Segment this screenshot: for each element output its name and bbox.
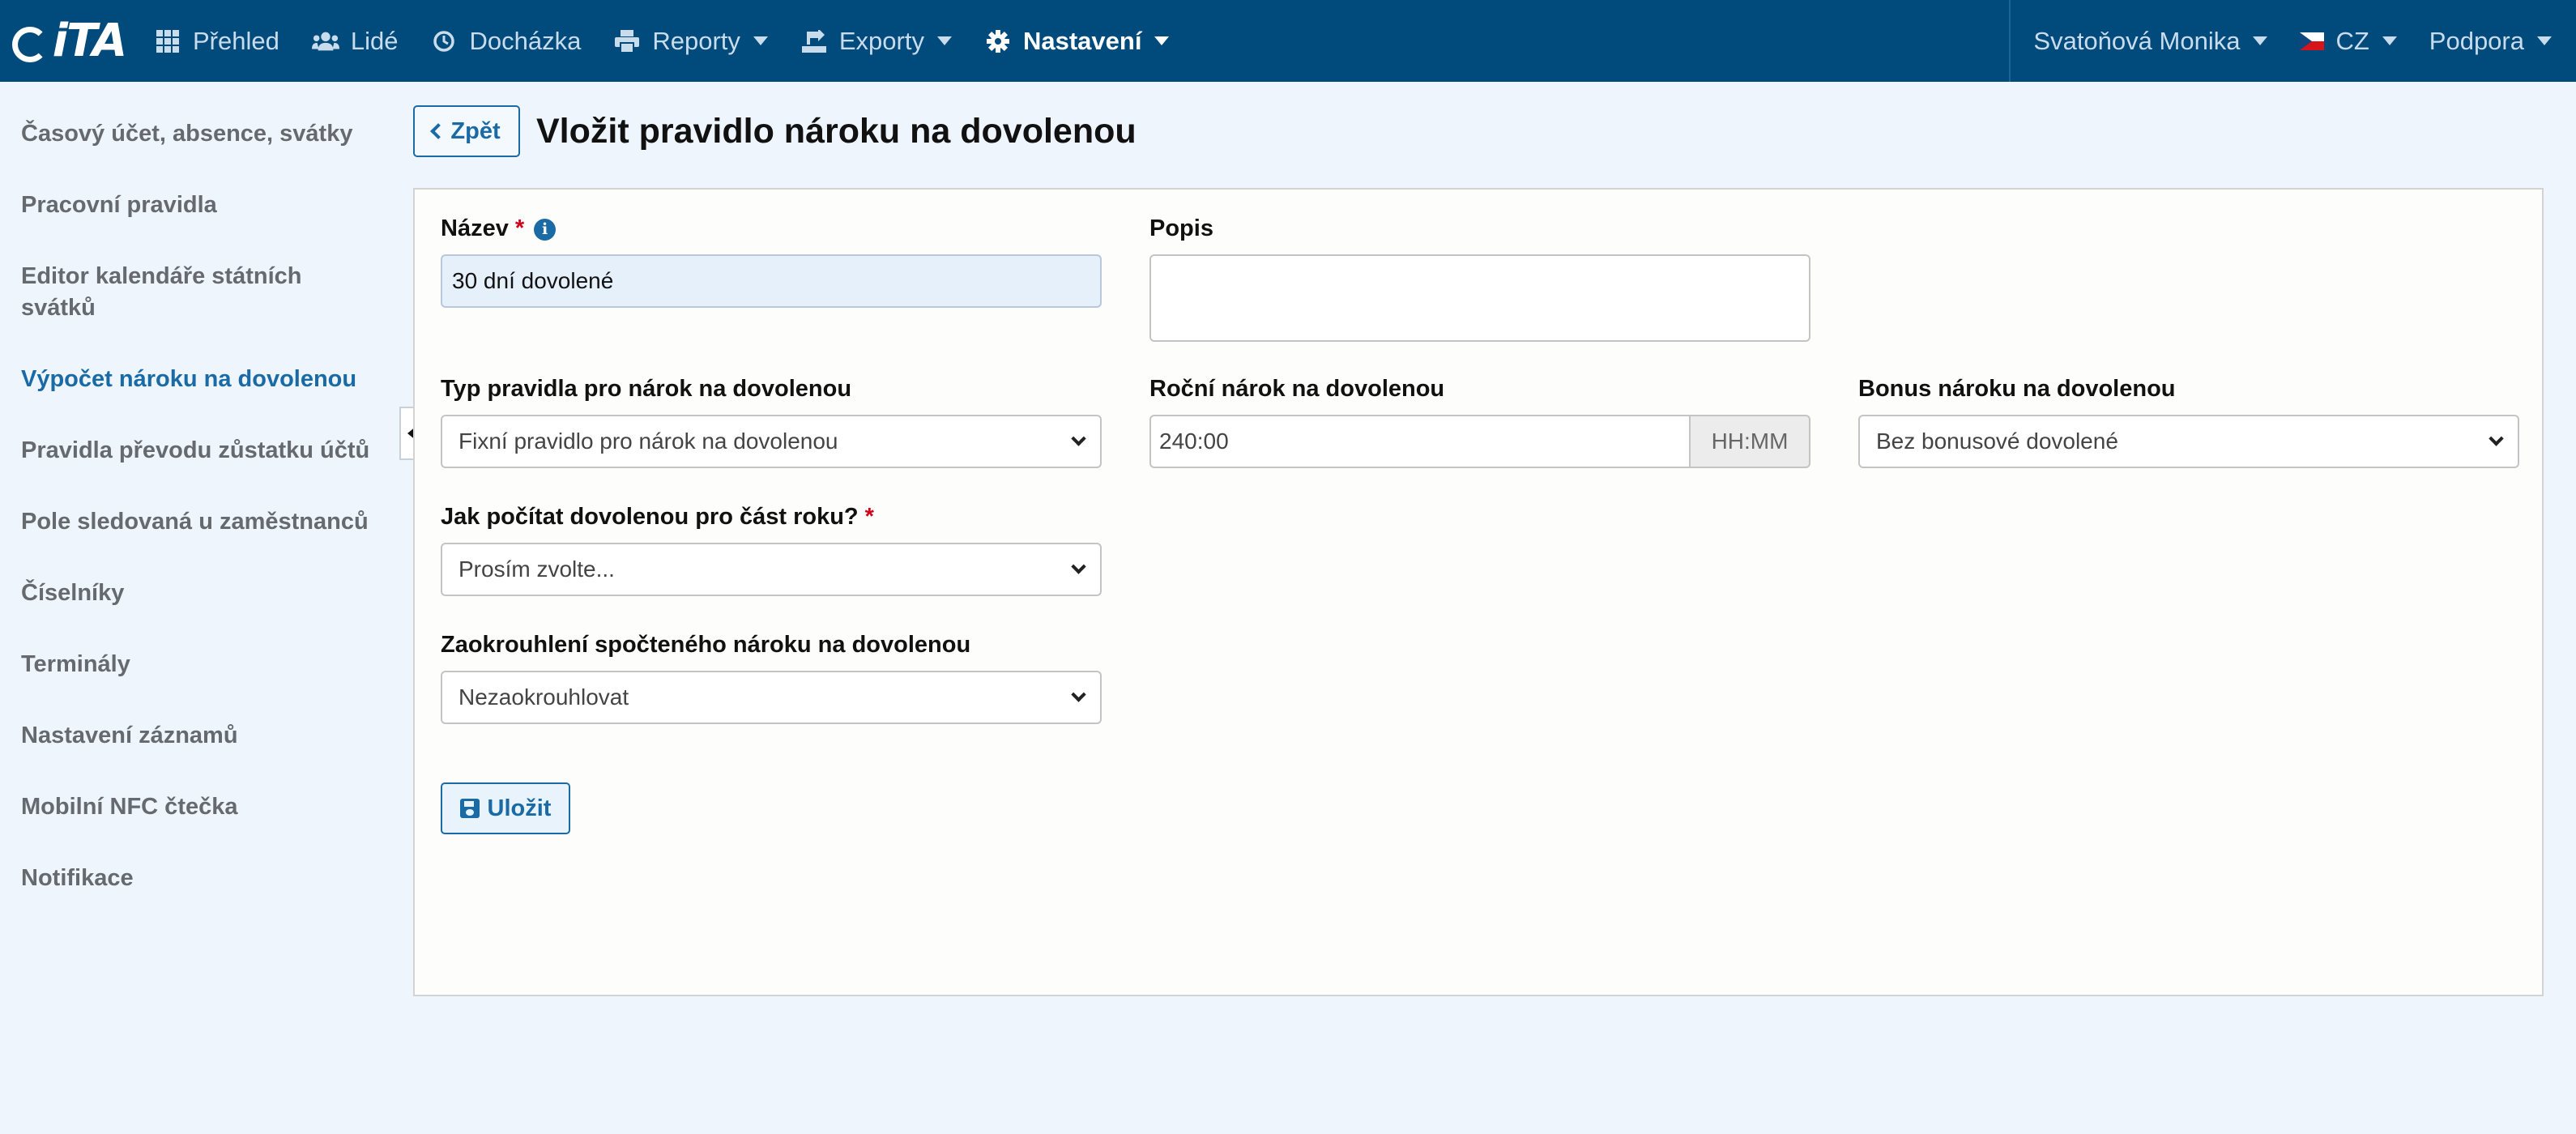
nav-prehled-label: Přehled bbox=[193, 26, 279, 55]
save-button-label: Uložit bbox=[487, 795, 552, 821]
sidebar-item-notifications[interactable]: Notifikace bbox=[0, 863, 397, 894]
logo-text: iTA bbox=[52, 15, 127, 67]
chevron-down-icon bbox=[936, 36, 952, 45]
partial-year-select[interactable]: Prosím zvolte... bbox=[441, 543, 1102, 596]
chevron-down-icon bbox=[1071, 430, 1086, 446]
clock-icon bbox=[430, 28, 458, 55]
bonus-selected: Bez bonusové dovolené bbox=[1876, 428, 2118, 454]
chevron-down-icon bbox=[2253, 36, 2268, 45]
rule-type-label: Typ pravidla pro nárok na dovolenou bbox=[441, 376, 852, 402]
app-logo[interactable]: iTA bbox=[0, 0, 138, 82]
partial-year-label: Jak počítat dovolenou pro část roku? * bbox=[441, 504, 874, 531]
back-button-label: Zpět bbox=[450, 117, 501, 144]
info-icon[interactable]: i bbox=[534, 218, 557, 241]
bonus-label: Bonus nároku na dovolenou bbox=[1858, 376, 2176, 402]
name-input-value: 30 dní dovolené bbox=[452, 268, 614, 293]
chevron-down-icon bbox=[2537, 36, 2552, 45]
partial-year-label-text: Jak počítat dovolenou pro část roku? bbox=[441, 504, 859, 530]
gear-icon bbox=[984, 28, 1012, 55]
nav-prehled[interactable]: Přehled bbox=[138, 0, 296, 82]
sidebar-item-terminals[interactable]: Terminály bbox=[0, 649, 397, 680]
annual-entitlement-input[interactable]: 240:00 bbox=[1149, 415, 1691, 468]
sidebar-item-vacation-calc[interactable]: Výpočet nároku na dovolenou bbox=[0, 364, 397, 395]
back-button[interactable]: Zpět bbox=[413, 105, 520, 157]
nav-dochazka-label: Docházka bbox=[469, 26, 582, 55]
floppy-disk-icon bbox=[459, 799, 480, 818]
top-navbar: iTA Přehled Lidé Docházka Reporty Export… bbox=[0, 0, 2576, 82]
sidebar-item-balance-transfer[interactable]: Pravidla převodu zůstatku účtů bbox=[0, 435, 397, 467]
nav-exporty-label: Exporty bbox=[838, 26, 924, 55]
chevron-down-icon bbox=[1154, 36, 1170, 45]
partial-year-selected: Prosím zvolte... bbox=[458, 556, 615, 582]
nav-reporty-label: Reporty bbox=[652, 26, 740, 55]
name-input[interactable]: 30 dní dovolené bbox=[441, 254, 1102, 308]
sidebar-item-work-rules[interactable]: Pracovní pravidla bbox=[0, 190, 397, 221]
save-button[interactable]: Uložit bbox=[441, 782, 570, 834]
sidebar-item-record-settings[interactable]: Nastavení záznamů bbox=[0, 720, 397, 752]
sidebar-item-holiday-calendar[interactable]: Editor kalendáře státních svátků bbox=[0, 261, 340, 324]
chevron-down-icon bbox=[2382, 36, 2397, 45]
nav-reporty[interactable]: Reporty bbox=[597, 0, 784, 82]
chevron-down-icon bbox=[1071, 558, 1086, 574]
name-label-text: Název bbox=[441, 215, 509, 241]
language-menu[interactable]: CZ bbox=[2284, 0, 2412, 82]
rule-type-select[interactable]: Fixní pravidlo pro nárok na dovolenou bbox=[441, 415, 1102, 468]
rounding-label: Zaokrouhlení spočteného nároku na dovole… bbox=[441, 632, 971, 658]
description-textarea[interactable] bbox=[1149, 254, 1810, 342]
chevron-left-icon bbox=[430, 123, 447, 139]
chevron-down-icon bbox=[1071, 686, 1086, 702]
sidebar-item-codebooks[interactable]: Číselníky bbox=[0, 578, 397, 609]
chevron-down-icon bbox=[2489, 430, 2504, 446]
chevron-down-icon bbox=[753, 36, 768, 45]
rounding-select[interactable]: Nezaokrouhlovat bbox=[441, 671, 1102, 724]
support-label: Podpora bbox=[2429, 26, 2524, 55]
navbar-divider bbox=[2009, 0, 2011, 82]
nav-nastaveni-label: Nastavení bbox=[1022, 26, 1142, 55]
rounding-selected: Nezaokrouhlovat bbox=[458, 684, 629, 710]
nav-lide[interactable]: Lidé bbox=[296, 0, 415, 82]
support-menu[interactable]: Podpora bbox=[2413, 0, 2576, 82]
sidebar-item-employee-fields[interactable]: Pole sledovaná u zaměstnanců bbox=[0, 506, 397, 538]
export-icon bbox=[800, 28, 828, 55]
nav-lide-label: Lidé bbox=[350, 26, 399, 55]
required-mark: * bbox=[514, 215, 525, 241]
required-mark: * bbox=[864, 504, 874, 530]
description-label: Popis bbox=[1149, 215, 1213, 241]
user-name: Svatoňová Monika bbox=[2033, 26, 2241, 55]
grid-icon bbox=[154, 28, 181, 55]
nav-dochazka[interactable]: Docházka bbox=[414, 0, 597, 82]
page-title: Vložit pravidlo nároku na dovolenou bbox=[536, 112, 1137, 151]
name-label: Název * i bbox=[441, 215, 557, 242]
nav-exporty[interactable]: Exporty bbox=[784, 0, 968, 82]
annual-entitlement-label: Roční nárok na dovolenou bbox=[1149, 376, 1445, 402]
sidebar-item-nfc-reader[interactable]: Mobilní NFC čtečka bbox=[0, 791, 397, 823]
sidebar-item-time-account[interactable]: Časový účet, absence, svátky bbox=[0, 118, 397, 150]
language-label: CZ bbox=[2335, 26, 2369, 55]
rule-type-selected: Fixní pravidlo pro nárok na dovolenou bbox=[458, 428, 838, 454]
nav-nastaveni[interactable]: Nastavení bbox=[968, 0, 1185, 82]
user-menu[interactable]: Svatoňová Monika bbox=[2017, 0, 2284, 82]
logo-c-mark bbox=[11, 26, 48, 62]
annual-entitlement-value: 240:00 bbox=[1159, 428, 1229, 454]
users-icon bbox=[311, 28, 339, 55]
printer-icon bbox=[613, 28, 641, 55]
czech-flag-icon bbox=[2300, 32, 2325, 50]
time-unit-addon: HH:MM bbox=[1689, 415, 1810, 468]
vacation-rule-form: Název * i 30 dní dovolené Popis Typ pravid… bbox=[413, 188, 2544, 996]
bonus-select[interactable]: Bez bonusové dovolené bbox=[1858, 415, 2519, 468]
